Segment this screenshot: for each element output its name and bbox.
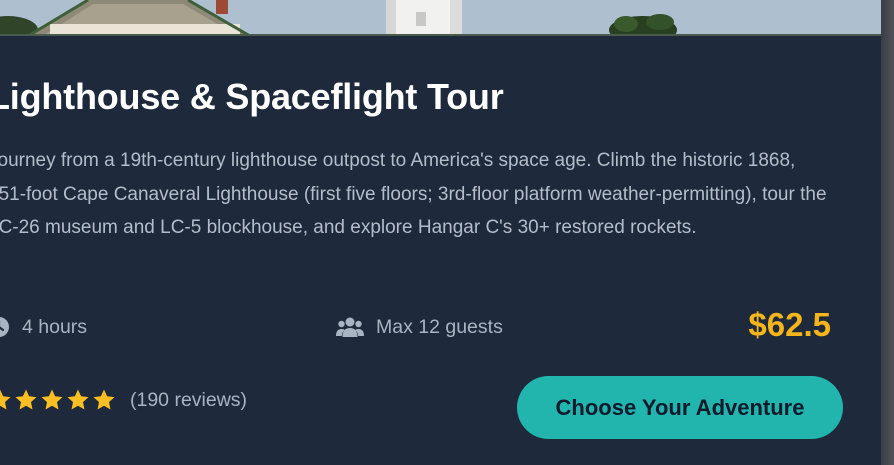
star-icon: [40, 388, 64, 412]
page-edge: [881, 0, 894, 465]
tour-card: Lighthouse & Spaceflight Tour Journey fr…: [0, 0, 881, 465]
duration-text: 4 hours: [22, 315, 88, 338]
hero-photo: [0, 0, 881, 36]
star-icon: [92, 388, 116, 412]
rating-stars: [0, 388, 116, 412]
review-count[interactable]: (190 reviews): [130, 389, 247, 412]
star-icon: [0, 388, 12, 412]
tour-capacity: Max 12 guests: [336, 310, 503, 344]
tour-duration: 4 hours: [0, 310, 87, 344]
capacity-text: Max 12 guests: [376, 315, 503, 338]
tour-rating: (190 reviews): [0, 388, 247, 412]
choose-adventure-button[interactable]: Choose Your Adventure: [517, 376, 843, 439]
tour-page: Lighthouse & Spaceflight Tour Journey fr…: [0, 0, 894, 465]
users-icon: [336, 316, 364, 338]
tour-title: Lighthouse & Spaceflight Tour: [0, 76, 504, 117]
tour-price: $62.5: [748, 306, 831, 343]
tour-hero-image: [0, 0, 881, 36]
clock-icon: [0, 316, 10, 338]
star-icon: [66, 388, 90, 412]
tour-description: Journey from a 19th-century lighthouse o…: [0, 150, 827, 238]
star-icon: [14, 388, 38, 412]
